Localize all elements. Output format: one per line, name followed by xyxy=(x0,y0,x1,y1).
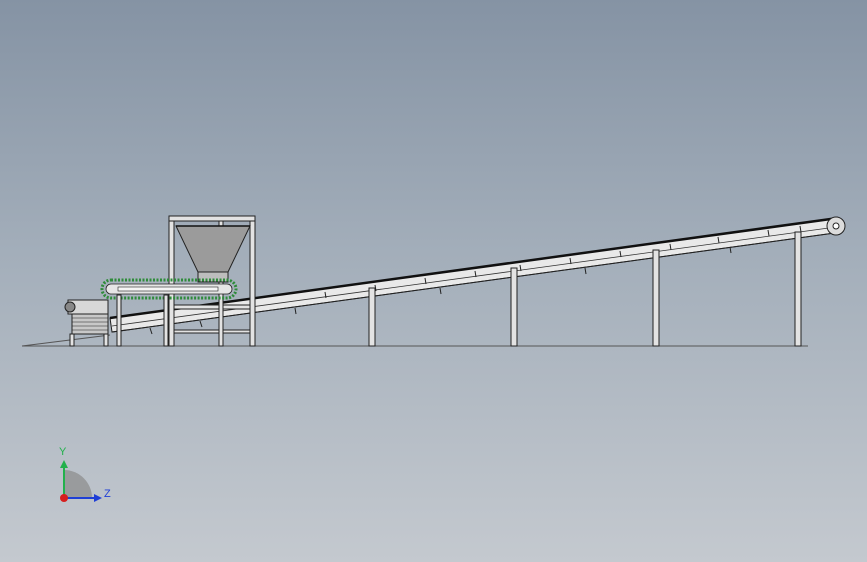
ground-slope-line xyxy=(21,334,111,347)
conveyor-model[interactable] xyxy=(0,0,867,562)
head-pulley[interactable] xyxy=(826,216,846,236)
support-legs[interactable] xyxy=(368,231,802,347)
z-axis-label: Z xyxy=(104,488,111,500)
graphics-viewport[interactable]: Y Z xyxy=(0,0,867,562)
z-axis-arrow-icon xyxy=(94,494,102,502)
y-axis-arrow-icon xyxy=(60,460,68,468)
coordinate-triad: Y Z xyxy=(59,446,111,502)
y-axis-label: Y xyxy=(59,446,67,458)
drive-motor[interactable] xyxy=(64,299,109,347)
origin-icon xyxy=(60,494,68,502)
hopper[interactable] xyxy=(175,225,251,283)
triad-plane-quadrant xyxy=(64,470,92,498)
